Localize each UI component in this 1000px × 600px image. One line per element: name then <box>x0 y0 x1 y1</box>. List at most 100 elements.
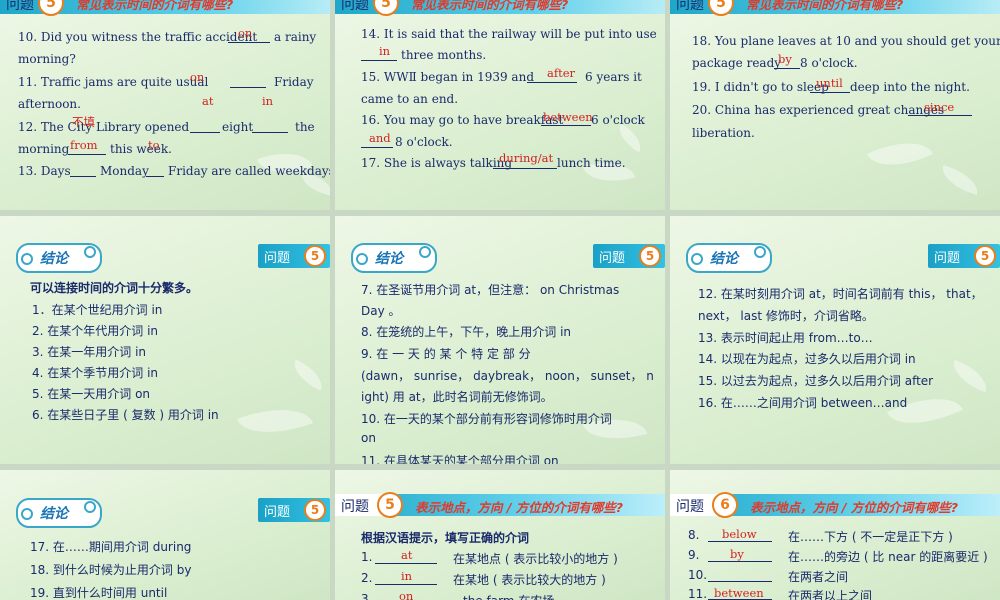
leaf-decoration <box>613 123 647 153</box>
slide-time-conclusion-4: 结论 问题 5 17. 在……期间用介词 during 18. 到什么时候为止用… <box>0 470 330 600</box>
header-title: 常见表示时间的介词有哪些? <box>746 0 904 12</box>
header-title: 常见表示时间的介词有哪些? <box>76 0 234 12</box>
question-badge: 问题 5 <box>593 244 665 268</box>
answer-11-in: in <box>262 94 274 108</box>
answer-1: at <box>401 548 413 562</box>
slide-place-exercise-1: 问题 5 表示地点，方向 / 方位的介词有哪些? 根据汉语提示，填写正确的介词 … <box>335 470 665 600</box>
conclusion-label: 结论 <box>710 251 738 267</box>
sentence-text: 8 o'clock. <box>800 56 858 70</box>
rule-item: 19. 直到什么时间用 until <box>30 586 168 600</box>
blank-line <box>493 168 557 169</box>
rule-item: 4. 在某个季节用介词 in <box>32 366 159 380</box>
rule-item-cont: (dawn， sunrise， daybreak， noon， sunset， … <box>361 369 654 383</box>
rule-item: 3. 在某一年用介词 in <box>32 345 147 359</box>
question-label: 问题 <box>6 0 34 13</box>
sentence-18: 18. You plane leaves at 10 and you shoul… <box>692 34 1000 48</box>
answer-12-from: from <box>70 138 98 152</box>
question-label: 问题 <box>676 499 704 515</box>
question-label: 问题 <box>676 0 704 13</box>
sentence-12: 12. The City Library opened <box>18 120 190 134</box>
question-badge: 问题 5 <box>258 498 330 522</box>
row-number: 3. <box>361 592 373 600</box>
question-label: 问题 <box>341 0 369 13</box>
conclusion-badge: 结论 <box>16 243 102 273</box>
rule-item: 18. 到什么时候为止用介词 by <box>30 563 192 577</box>
sentence-17: 17. She is always talking <box>361 156 513 170</box>
row-meaning: 在……的旁边 ( 比 near 的距离要近 ) <box>788 550 988 564</box>
row-meaning: 在……下方 ( 不一定是正下方 ) <box>788 530 953 544</box>
question-number: 5 <box>974 245 996 267</box>
answer-16-and: and <box>369 131 391 145</box>
blank-line <box>361 147 393 148</box>
sentence-text: afternoon. <box>18 97 81 111</box>
answer-14: in <box>379 44 391 58</box>
answer-19: until <box>816 76 843 90</box>
sentence-text: three months. <box>401 48 487 62</box>
question-label: 问题 <box>341 499 369 515</box>
rule-item: 17. 在……期间用介词 during <box>30 540 192 554</box>
conclusion-label: 结论 <box>40 251 68 267</box>
sentence-text: 6 o'clock <box>591 113 645 127</box>
slide-time-conclusion-1: 结论 问题 5 可以连接时间的介词十分繁多。 1．在某个世纪用介词 in 2. … <box>0 216 330 464</box>
leaf-decoration <box>947 359 993 393</box>
rule-item-cont: next， last 修饰时，介词省略。 <box>698 309 874 323</box>
rule-item: 16. 在……之间用介词 between…and <box>698 396 908 410</box>
question-number: 5 <box>304 499 326 521</box>
answer-11-on: on <box>190 70 205 84</box>
sentence-11: 11. Traffic jams are quite usual <box>18 75 209 89</box>
answer-2: in <box>401 569 413 583</box>
sentence-text: morning? <box>18 52 76 66</box>
leaf-decoration <box>287 359 329 391</box>
leaf-decoration <box>886 382 964 440</box>
row-meaning: 在某地点 ( 表示比较小的地方 ) <box>453 552 618 566</box>
answer-12-to: to <box>148 138 160 152</box>
bubble-icon <box>21 508 33 520</box>
blank-line <box>146 176 164 177</box>
bubble-icon <box>691 253 703 265</box>
answer-3: on <box>399 589 414 600</box>
sentence-text: Monday <box>100 164 149 178</box>
rule-item: 2. 在某个年代用介词 in <box>32 324 159 338</box>
instruction: 根据汉语提示，填写正确的介词 <box>361 531 530 545</box>
question-label: 问题 <box>264 505 291 520</box>
sentence-20: 20. China has experienced great changes <box>692 103 945 117</box>
blank-line <box>541 125 591 126</box>
rule-item: 15. 以过去为起点，过多久以后用介词 after <box>698 374 934 388</box>
sentence-text: 6 years it <box>585 70 642 84</box>
rule-item: 1．在某个世纪用介词 in <box>32 303 163 317</box>
answer-11: between <box>714 586 764 600</box>
question-badge: 问题 5 <box>928 244 1000 268</box>
rule-item-cont: Day 。 <box>361 304 401 318</box>
bubble-icon <box>419 246 431 258</box>
row-meaning: 在某地 ( 表示比较大的地方 ) <box>453 573 606 587</box>
row-number: 1. <box>361 550 373 564</box>
blank-line <box>708 581 772 582</box>
sentence-text: lunch time. <box>557 156 626 170</box>
bubble-icon <box>754 246 766 258</box>
question-number: 5 <box>639 245 661 267</box>
sentence-text: a rainy <box>274 30 317 44</box>
conclusion-heading: 可以连接时间的介词十分繁多。 <box>30 281 199 295</box>
blank-line <box>375 584 437 585</box>
rule-item: 7. 在圣诞节用介词 at，但注意： on Christmas <box>361 283 620 297</box>
sentence-15: 15. WWⅡ began in 1939 and <box>361 70 534 84</box>
header-title: 常见表示时间的介词有哪些? <box>411 0 569 12</box>
answer-16-between: between <box>543 110 593 124</box>
rule-item: 14. 以现在为起点，过多久以后用介词 in <box>698 352 916 366</box>
blank-line <box>774 68 800 69</box>
blank-line <box>527 82 577 83</box>
rule-item: 11. 在具体某天的某个部分用介词 on <box>361 454 559 464</box>
row-number: 2. <box>361 571 373 585</box>
slide-time-exercise-2: 问题 5 常见表示时间的介词有哪些? 14. It is said that t… <box>335 0 665 210</box>
sentence-13: 13. Days <box>18 164 71 178</box>
blank-line <box>70 176 96 177</box>
sentence-text: morning <box>18 142 70 156</box>
blank-line <box>908 115 972 116</box>
blank-line <box>68 154 106 155</box>
question-label: 问题 <box>264 251 291 266</box>
slide-time-exercise-3: 问题 5 常见表示时间的介词有哪些? 18. You plane leaves … <box>670 0 1000 210</box>
blank-line <box>252 132 288 133</box>
sentence-16: 16. You may go to have breakfast <box>361 113 564 127</box>
blank-line <box>190 132 220 133</box>
slide-place-exercise-2: 问题 6 表示地点，方向 / 方位的介词有哪些? 8. below 在……下方 … <box>670 470 1000 600</box>
